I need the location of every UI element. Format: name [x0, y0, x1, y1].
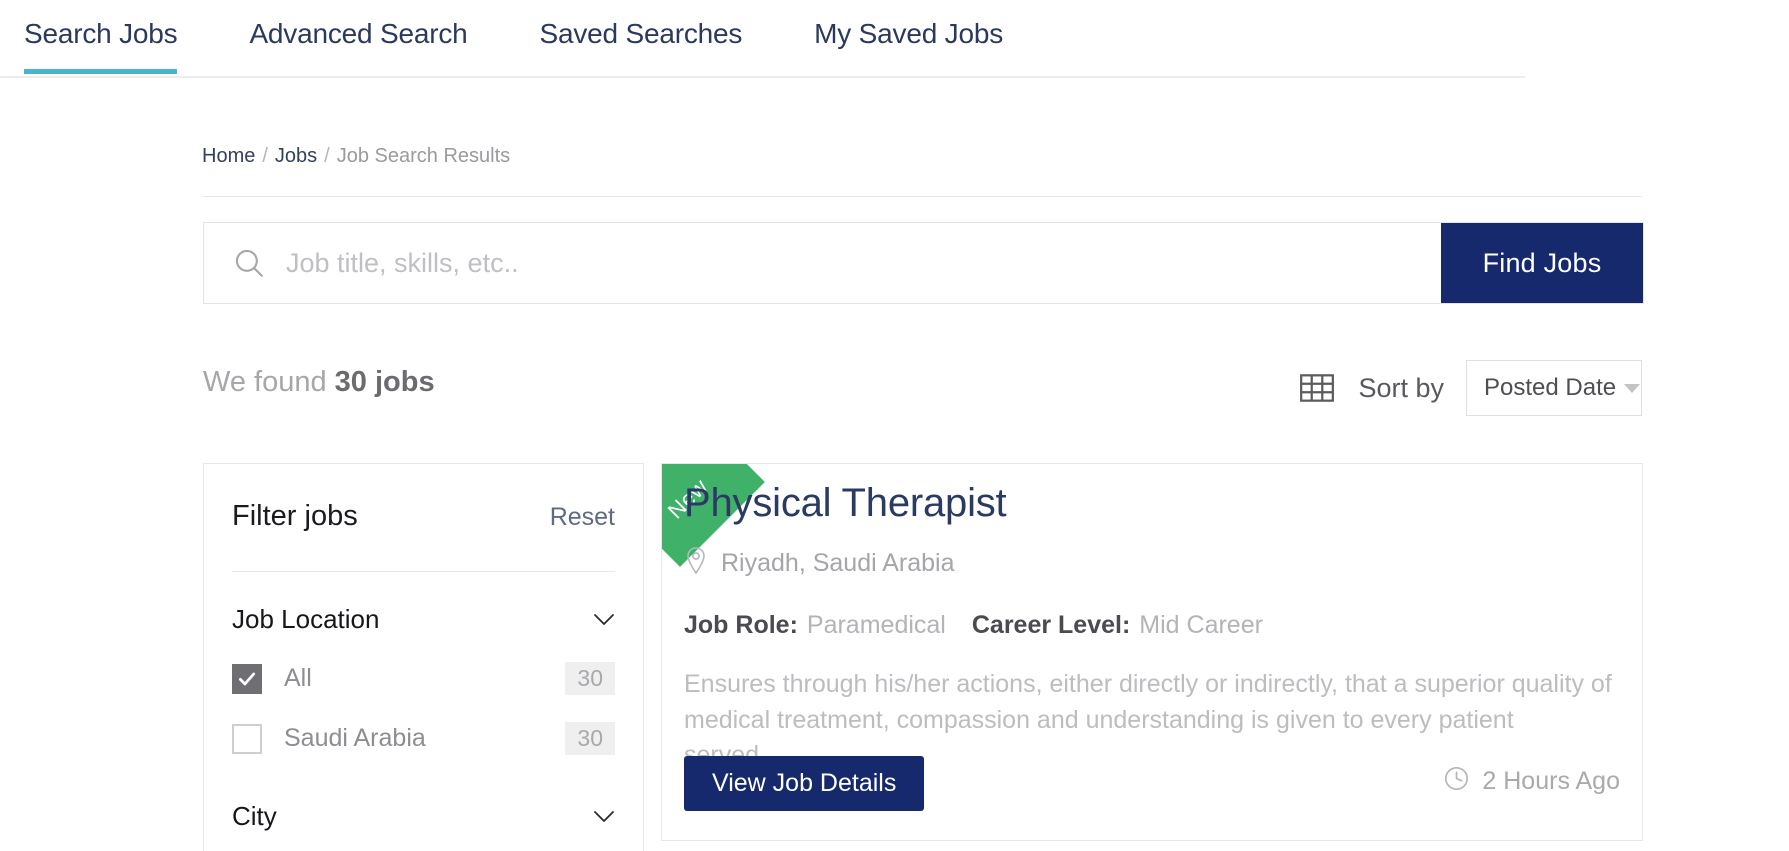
job-title[interactable]: Physical Therapist — [684, 481, 1007, 526]
tab-advanced-search[interactable]: Advanced Search — [249, 0, 467, 72]
find-jobs-button[interactable]: Find Jobs — [1441, 223, 1643, 303]
job-meta: Job Role: Paramedical Career Level: Mid Car… — [684, 611, 1289, 640]
primary-tabs: Search Jobs Advanced Search Saved Search… — [0, 0, 1525, 78]
filter-panel: Filter jobs Reset Job Location All 30 Sa… — [203, 463, 644, 851]
filter-panel-title: Filter jobs — [232, 500, 358, 532]
filter-section-city: City — [232, 801, 615, 832]
header-divider — [202, 196, 1642, 197]
search-icon — [204, 223, 280, 303]
checkbox-saudi-arabia[interactable] — [232, 723, 262, 754]
chevron-down-icon — [1624, 383, 1641, 393]
filter-option-all[interactable]: All 30 — [232, 662, 615, 695]
sort-select[interactable]: Posted Date — [1466, 360, 1642, 416]
job-posted-text: 2 Hours Ago — [1482, 766, 1620, 795]
results-count-value: 30 jobs — [334, 366, 435, 398]
filter-option-label: Saudi Arabia — [284, 724, 426, 752]
search-bar: Find Jobs — [203, 222, 1644, 304]
sort-by-label: Sort by — [1358, 372, 1444, 403]
grid-view-icon[interactable] — [1298, 369, 1336, 407]
filter-section-title: City — [232, 801, 277, 831]
tab-label: My Saved Jobs — [814, 18, 1003, 49]
reset-filters-button[interactable]: Reset — [550, 503, 615, 532]
job-role-label: Job Role: — [684, 611, 798, 639]
search-input[interactable] — [280, 223, 1441, 303]
filter-option-saudi-arabia[interactable]: Saudi Arabia 30 — [232, 722, 615, 755]
breadcrumb-jobs[interactable]: Jobs — [275, 145, 317, 168]
career-level-label: Career Level: — [971, 611, 1131, 639]
filter-section-header[interactable]: City — [232, 801, 615, 832]
filter-section-job-location: Job Location All 30 Saudi Arabia 30 — [232, 604, 615, 755]
breadcrumb-separator: / — [262, 145, 268, 167]
tab-label: Advanced Search — [249, 18, 468, 49]
sort-controls: Sort by Posted Date — [1298, 360, 1642, 416]
job-search-page: Search Jobs Advanced Search Saved Search… — [0, 0, 1789, 851]
tab-search-jobs[interactable]: Search Jobs — [24, 0, 178, 74]
tab-saved-searches[interactable]: Saved Searches — [540, 0, 743, 72]
job-card[interactable]: New Physical Therapist Riyadh, Saudi Ara… — [661, 463, 1643, 841]
tab-my-saved-jobs[interactable]: My Saved Jobs — [814, 0, 1003, 72]
chevron-down-icon — [593, 613, 615, 626]
breadcrumb-current: Job Search Results — [336, 145, 511, 167]
location-pin-icon — [684, 546, 708, 581]
filter-panel-divider — [232, 571, 615, 572]
filter-option-label: All — [284, 664, 312, 692]
tab-label: Saved Searches — [539, 18, 743, 49]
filter-section-header[interactable]: Job Location — [232, 604, 615, 635]
career-level-value: Mid Career — [1139, 611, 1263, 639]
sort-select-value: Posted Date — [1484, 374, 1617, 401]
breadcrumb-separator: / — [324, 145, 330, 167]
results-count-prefix: We found — [203, 366, 327, 398]
tab-label: Search Jobs — [24, 18, 178, 49]
view-job-details-button[interactable]: View Job Details — [684, 756, 925, 811]
results-count: We found 30 jobs — [203, 366, 435, 399]
filter-panel-header: Filter jobs Reset — [232, 464, 615, 533]
filter-option-count: 30 — [565, 722, 615, 755]
job-role-value: Paramedical — [806, 611, 946, 639]
chevron-down-icon — [593, 810, 615, 823]
job-location: Riyadh, Saudi Arabia — [684, 546, 954, 581]
job-location-text: Riyadh, Saudi Arabia — [721, 549, 955, 577]
filter-section-title: Job Location — [232, 604, 380, 634]
breadcrumb: Home / Jobs / Job Search Results — [202, 145, 510, 168]
checkbox-all[interactable] — [232, 663, 262, 694]
clock-icon — [1443, 765, 1470, 797]
breadcrumb-home[interactable]: Home — [202, 145, 255, 168]
filter-option-count: 30 — [565, 662, 615, 695]
job-posted-time: 2 Hours Ago — [1443, 765, 1620, 797]
